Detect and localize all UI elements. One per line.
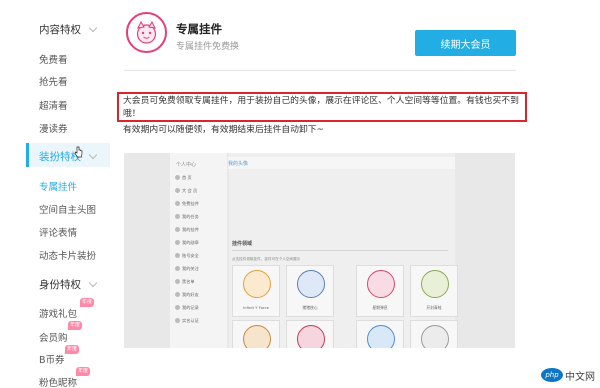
sidebar: 内容特权 免费看 抢先看 超清看 漫读券 装扮特权 专属挂件 空间自主头图 评论… — [0, 0, 110, 388]
embedded-tab: 我的头像 — [228, 161, 249, 167]
embedded-menu-item: 我的好友 — [175, 292, 199, 298]
pendant-card: 开封青蛙 — [410, 265, 458, 317]
description-note: 有效期内可以随便领，有效期结束后挂件自动卸下~ — [123, 125, 324, 135]
sidebar-item-game-gift[interactable]: 游戏礼包 — [39, 306, 77, 320]
pendant-image — [367, 270, 395, 298]
sidebar-item-free-watch[interactable]: 免费看 — [39, 52, 68, 66]
embedded-menu-item: 免费挂件 — [175, 201, 199, 207]
pendant-card — [286, 320, 334, 348]
sidebar-section-title: 内容特权 — [39, 24, 81, 36]
embedded-menu-item: 账号安全 — [175, 253, 199, 259]
sidebar-item-member-shop[interactable]: 会员购 — [39, 330, 68, 344]
annual-badge: 年度 — [68, 321, 83, 330]
pendant-image — [297, 325, 325, 348]
embedded-menu-item: 我的任务 — [175, 214, 199, 220]
pendant-image — [243, 270, 271, 298]
sidebar-item-bcoin-voucher[interactable]: B币券 — [39, 352, 65, 366]
embedded-menu-item: 我的关注 — [175, 266, 199, 272]
sidebar-item-space-header[interactable]: 空间自主头图 — [39, 202, 96, 216]
pendant-label: 星期弹息 — [372, 305, 388, 310]
pendant-image — [421, 325, 449, 348]
embedded-menu-item: 我的挂件 — [175, 227, 199, 233]
chevron-down-icon — [88, 278, 98, 287]
sidebar-item-early-watch[interactable]: 抢先看 — [39, 74, 68, 88]
sidebar-section-identity[interactable]: 身份特权 — [39, 277, 98, 292]
description-text: 大会员可免费领取专属挂件，用于装扮自己的头像，展示在评论区、个人空间等等位置。有… — [123, 96, 519, 119]
embedded-hint-text: 点击挂件领取挂件，挂件可在个人空间展示 — [232, 257, 301, 261]
pendant-image — [243, 325, 271, 348]
php-logo: php — [541, 368, 563, 382]
pendant-label: 开封青蛙 — [426, 305, 442, 310]
sidebar-item-dynamic-card[interactable]: 动态卡片装扮 — [39, 248, 96, 262]
pendant-image — [297, 270, 325, 298]
pendant-avatar-icon — [126, 12, 167, 53]
embedded-divider — [232, 250, 448, 251]
page-title: 专属挂件 — [176, 22, 222, 36]
sidebar-item-exclusive-pendant[interactable]: 专属挂件 — [39, 179, 77, 193]
sidebar-section-content[interactable]: 内容特权 — [39, 22, 98, 37]
sidebar-section-dressup[interactable]: 装扮特权 — [39, 149, 98, 164]
embedded-menu-item: 实名认证 — [175, 318, 199, 324]
sidebar-item-hd-watch[interactable]: 超清看 — [39, 98, 68, 112]
embedded-menu-item: 首 页 — [175, 175, 192, 181]
watermark: php 中文网 — [541, 366, 598, 384]
watermark-text: 中文网 — [565, 371, 595, 383]
renew-membership-button[interactable]: 续期大会员 — [415, 30, 516, 56]
annual-badge: 年度 — [80, 298, 95, 307]
hand-cursor-icon — [74, 146, 83, 158]
embedded-sidebar-title: 个人中心 — [176, 162, 197, 168]
pendant-card: Infinit Y Force — [232, 265, 280, 317]
pendant-image — [421, 270, 449, 298]
embedded-section-label: 挂件领域 — [232, 241, 253, 247]
sidebar-item-comic-voucher[interactable]: 漫读券 — [39, 121, 68, 135]
chevron-down-icon — [88, 150, 98, 159]
pendant-image — [367, 325, 395, 348]
pendant-card: 猪猪侠心 — [286, 265, 334, 317]
chevron-down-icon — [88, 23, 98, 32]
pendant-card — [232, 320, 280, 348]
sidebar-section-title: 身份特权 — [39, 279, 81, 291]
embedded-menu-item: 我的记录 — [175, 305, 199, 311]
annual-badge: 年度 — [65, 345, 80, 354]
annual-badge: 年度 — [76, 367, 91, 376]
embedded-topbar — [228, 157, 455, 169]
sidebar-item-pink-nickname[interactable]: 粉色昵称 — [39, 375, 77, 388]
pendant-card — [410, 320, 458, 348]
divider — [124, 70, 516, 71]
embedded-menu-item: 大 会 员 — [175, 188, 197, 194]
pendant-label: Infinit Y Force — [243, 305, 269, 310]
example-screenshot: 个人中心 我的头像 首 页 大 会 员 免费挂件 我的任务 我的挂件 我的勋章 … — [124, 153, 515, 348]
sidebar-item-comment-emoji[interactable]: 评论表情 — [39, 225, 77, 239]
pendant-card: 星期弹息 — [356, 265, 404, 317]
page-subtitle: 专属挂件免费换 — [176, 42, 240, 52]
embedded-menu-item: 我的勋章 — [175, 240, 199, 246]
pendant-label: 猪猪侠心 — [302, 305, 318, 310]
pendant-card — [356, 320, 404, 348]
embedded-menu-item: 黑名单 — [175, 279, 195, 285]
